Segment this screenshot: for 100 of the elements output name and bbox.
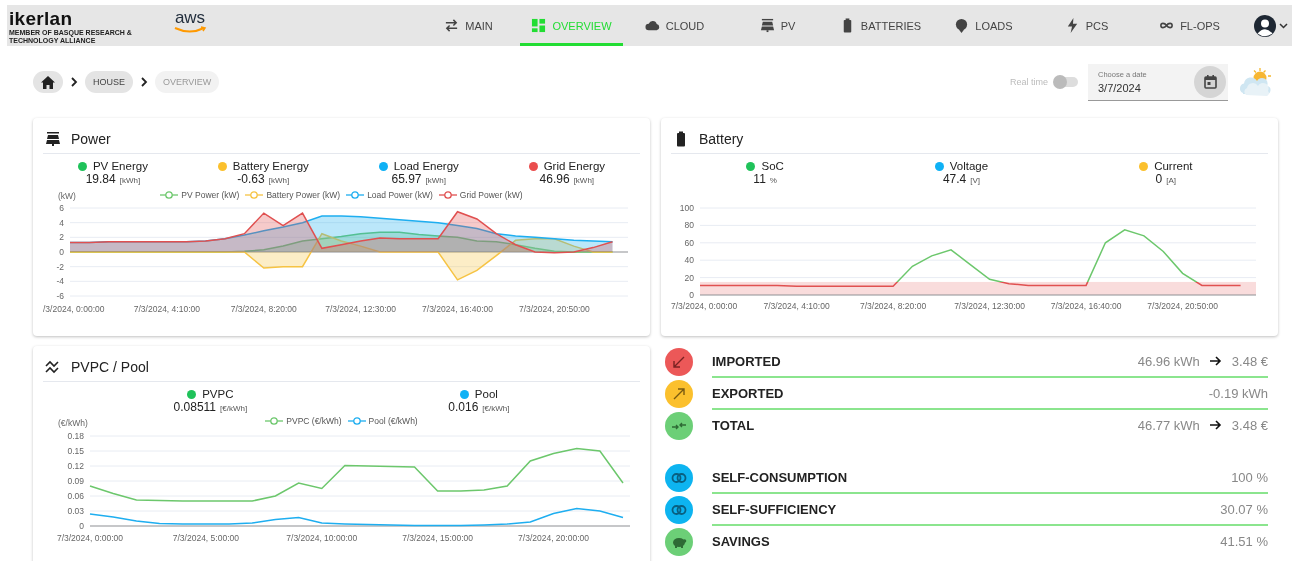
stat-unit: % [769,176,777,185]
stat-label: PV Energy [92,160,148,172]
axis-tick-label: 0.18 [67,431,84,441]
axis-tick-label: 100 [679,203,694,213]
card-title: Battery [699,130,744,147]
axis-tick-label: 0.15 [67,446,84,456]
stat-value: 19.84 [85,172,116,186]
nav-tab[interactable]: CLOUD [623,5,726,46]
card-title: Power [71,130,111,147]
solar-panel-icon [759,18,775,33]
arrow-right-icon [1209,420,1222,430]
summary-value: 41.51 % [1220,533,1268,549]
pin-icon [954,18,970,33]
swap-arrows-icon [444,18,460,33]
stat-unit: [kWh] [119,176,141,185]
stat-unit: [kWh] [573,176,595,185]
axis-tick-label: 7/3/2024, 20:50:00 [1147,301,1219,311]
company-logo: ikerlan [9,9,74,28]
legend-item[interactable]: Load Power (kW) [346,190,433,200]
axis-tick-label: 7/3/2024, 4:10:00 [763,301,830,311]
stat-label: SoC [761,160,784,172]
stat-unit: [€/kWh] [482,404,510,413]
axis-label: (€/kWh) [58,418,88,428]
axis-tick-label: -4 [56,276,64,287]
summary-value: 46.96 kWh [1137,353,1200,369]
axis-tick-label: 7/3/2024, 12:30:00 [954,301,1026,311]
home-icon [41,75,55,89]
cloud-icon [644,18,660,33]
card-title: PVPC / Pool [71,358,149,375]
stat-unit: [A] [1166,176,1177,185]
calendar-icon [1203,75,1217,89]
axis-tick-label: 0.06 [67,491,84,501]
axis-tick-label: 7/3/2024, 20:50:00 [518,304,590,314]
stat-unit: [kWh] [425,176,446,185]
axis-tick-label: 7/3/2024, 20:00:00 [518,533,589,543]
summary-value: -0.19 kWh [1208,385,1268,401]
nav-tab[interactable]: MAIN [417,5,520,46]
axis-tick-label: 0 [689,290,694,300]
axis-tick-label: 0 [79,521,84,531]
axis-tick-label: 7/3/2024, 0:00:00 [56,533,124,543]
stat-unit: [€/kWh] [220,404,248,413]
legend-item[interactable]: PV Power (kW) [160,190,240,200]
stat-label: Battery Energy [232,160,309,172]
stat-unit: [kWh] [268,176,290,185]
stat-label: Grid Energy [543,160,606,172]
account-menu[interactable] [1253,13,1289,38]
axis-tick-label: 7/3/2024, 12:30:00 [325,304,397,314]
chevron-icon [70,77,78,87]
stat-value: 0 [1155,172,1163,186]
axis-tick-label: 6 [59,203,64,213]
axis-tick-label: 7/3/2024, 15:00:00 [402,533,474,543]
axis-label: (kW) [58,191,76,201]
breadcrumb-link[interactable]: HOUSE [85,71,133,93]
nav-tab[interactable]: PCS [1035,5,1138,46]
axis-tick-label: 2 [59,232,64,243]
waves-icon [45,358,61,375]
home-button[interactable] [33,71,63,93]
axis-tick-label: 40 [684,255,694,266]
legend-item[interactable]: PVPC (€/kWh) [265,416,342,426]
legend-item[interactable]: Grid Power (kW) [438,190,523,200]
axis-tick-label: -2 [56,261,64,272]
stat-value: -0.63 [237,172,265,186]
axis-tick-label: 0.03 [67,506,84,516]
nav-tab[interactable]: LOADS [932,5,1035,46]
stat-value: 65.97 [391,172,422,186]
summary-cost: 3.48 € [1231,353,1268,369]
stat-label: Pool [474,388,498,400]
stat-value: 11 [753,172,766,186]
arrow-right-icon [1209,356,1222,366]
axis-tick-label: /3/2024, 0:00:00 [43,304,105,314]
legend-item[interactable]: Battery Power (kW) [245,190,341,200]
axis-tick-label: -6 [56,291,64,301]
stat-value: 47.4 [942,172,967,186]
axis-tick-label: 7/3/2024, 5:00:00 [172,533,239,543]
chevron-icon [140,77,148,87]
legend-item[interactable]: Pool (€/kWh) [347,416,418,426]
summary-label: SELF-SUFFICIENCY [712,501,837,517]
stat-label: Load Energy [393,160,459,172]
summary-value: 100 % [1231,469,1268,485]
summary-label: TOTAL [712,417,755,433]
dashboard-icon [531,18,547,33]
axis-tick-label: 60 [684,237,694,248]
nav-tab[interactable]: BATTERIES [829,5,932,46]
axis-tick-label: 0.12 [67,461,84,471]
real-time-toggle[interactable] [1054,77,1078,87]
weather-icon [1238,67,1272,97]
axis-tick-label: 0.09 [67,476,84,486]
stat-value: 0.016 [448,400,479,414]
stat-unit: [V] [970,176,981,185]
axis-tick-label: 7/3/2024, 10:00:00 [286,533,358,543]
nav-tab[interactable]: PV [726,5,829,46]
solar-panel-icon [45,130,61,147]
nav-tab[interactable]: FL-OPS [1138,5,1241,46]
stat-label: Voltage [949,160,989,172]
stat-label: PVPC [202,388,234,400]
axis-tick-label: 4 [59,217,64,228]
summary-label: IMPORTED [712,353,781,369]
stat-value: 0.08511 [173,400,217,414]
axis-tick-label: 20 [684,272,694,283]
stat-label: Current [1154,160,1193,172]
